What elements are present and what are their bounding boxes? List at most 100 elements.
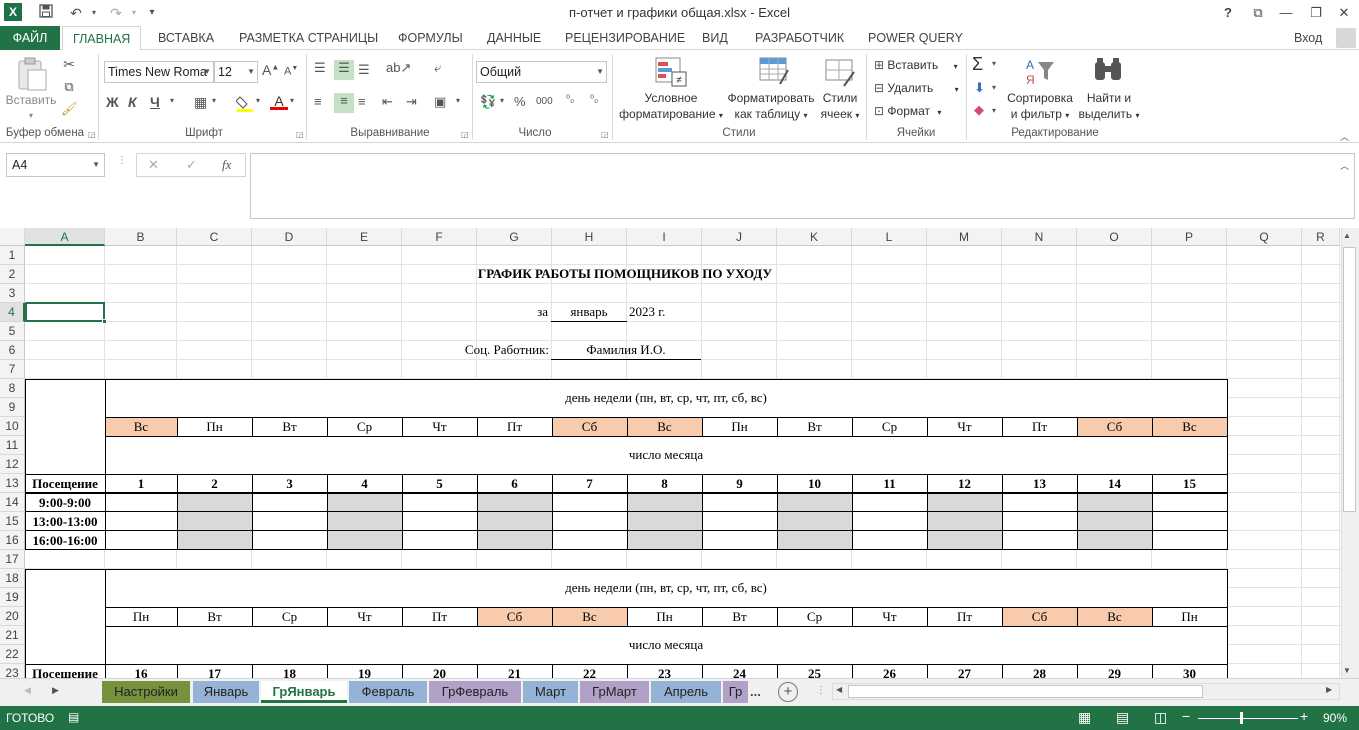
visit-cell[interactable] — [702, 512, 777, 531]
clear-dropdown-icon[interactable]: ▾ — [992, 106, 996, 115]
weekday-cell[interactable]: Ср — [327, 417, 402, 436]
tab-file[interactable]: ФАЙЛ — [0, 26, 60, 50]
italic-button[interactable]: К — [128, 94, 137, 110]
day-number-cell[interactable]: 1 — [105, 474, 177, 493]
tab-developer[interactable]: РАЗРАБОТЧИК — [745, 26, 854, 50]
sheet-tab[interactable]: ГрЯнварь — [261, 681, 347, 703]
weekday-cell[interactable]: Вс — [1152, 417, 1227, 436]
weekday-cell[interactable]: Чт — [852, 607, 927, 626]
column-header[interactable]: K — [777, 228, 852, 246]
row-header[interactable]: 15 — [0, 512, 25, 531]
zoom-in-icon[interactable]: + — [1300, 708, 1308, 724]
row-header[interactable]: 21 — [0, 626, 25, 645]
weekday-cell[interactable]: Пт — [1002, 417, 1077, 436]
borders-icon[interactable]: ▦ — [194, 94, 207, 111]
weekday-cell[interactable]: Ср — [852, 417, 927, 436]
collapse-ribbon-icon[interactable]: ︿ — [1340, 130, 1349, 143]
fill-color-dropdown-icon[interactable]: ▾ — [256, 96, 260, 105]
day-number-cell[interactable]: 27 — [927, 664, 1002, 679]
fill-dropdown-icon[interactable]: ▾ — [992, 83, 996, 92]
visit-cell[interactable] — [852, 493, 927, 512]
merge-center-icon[interactable]: ▣ — [434, 94, 446, 110]
visit-cell[interactable] — [552, 512, 627, 531]
visit-cell[interactable] — [552, 531, 627, 550]
visit-cell-shaded[interactable] — [477, 493, 552, 512]
sheet-tab[interactable]: Март — [523, 681, 578, 703]
page-break-view-icon[interactable]: ◫ — [1154, 709, 1167, 726]
decrease-decimal-icon[interactable]: ⁰₀ — [590, 94, 598, 105]
weekday-cell[interactable]: Пт — [402, 607, 477, 626]
visit-cell[interactable] — [1002, 493, 1077, 512]
sign-in-link[interactable]: Вход — [1294, 26, 1322, 50]
visit-cell-shaded[interactable] — [777, 531, 852, 550]
format-cells-button[interactable]: ⊡ Формат ▾ — [874, 103, 941, 121]
weekday-cell[interactable]: Вт — [777, 417, 852, 436]
scroll-left-icon[interactable]: ◀ — [836, 685, 842, 694]
day-number-cell[interactable]: 17 — [177, 664, 252, 679]
visit-cell[interactable] — [252, 493, 327, 512]
align-center-icon[interactable]: ≡ — [334, 93, 354, 113]
visit-cell-shaded[interactable] — [477, 531, 552, 550]
day-number-cell[interactable]: 15 — [1152, 474, 1227, 493]
weekday-cell[interactable]: Чт — [927, 417, 1002, 436]
row-header[interactable]: 18 — [0, 569, 25, 588]
day-number-cell[interactable]: 20 — [402, 664, 477, 679]
day-number-cell[interactable]: 19 — [327, 664, 402, 679]
day-number-cell[interactable]: 28 — [1002, 664, 1077, 679]
column-header[interactable]: O — [1077, 228, 1152, 246]
visit-cell-shaded[interactable] — [1077, 531, 1152, 550]
visit-cell[interactable] — [1152, 512, 1227, 531]
weekday-cell[interactable]: Пн — [177, 417, 252, 436]
row-header[interactable]: 7 — [0, 360, 25, 379]
visit-cell-shaded[interactable] — [477, 512, 552, 531]
column-header[interactable]: H — [552, 228, 627, 246]
align-top-icon[interactable]: ☰ — [314, 60, 326, 76]
visit-cell[interactable] — [105, 512, 177, 531]
scroll-down-icon[interactable]: ▼ — [1343, 666, 1351, 675]
zoom-level[interactable]: 90% — [1323, 711, 1347, 725]
zoom-slider[interactable] — [1198, 718, 1298, 719]
visit-cell[interactable] — [252, 531, 327, 550]
row-header[interactable]: 3 — [0, 284, 25, 303]
zoom-out-icon[interactable]: − — [1182, 708, 1190, 724]
weekday-cell[interactable]: Пт — [477, 417, 552, 436]
more-sheets-button[interactable]: ... — [750, 684, 761, 699]
font-color-dropdown-icon[interactable]: ▾ — [290, 96, 294, 105]
paste-icon[interactable] — [14, 56, 50, 94]
day-number-cell[interactable]: 9 — [702, 474, 777, 493]
paste-dropdown-icon[interactable]: ▾ — [22, 108, 40, 124]
currency-icon[interactable]: 💱 — [480, 94, 496, 110]
column-header[interactable]: J — [702, 228, 777, 246]
day-number-cell[interactable]: 3 — [252, 474, 327, 493]
day-number-cell[interactable]: 11 — [852, 474, 927, 493]
weekday-cell[interactable]: Вт — [252, 417, 327, 436]
worksheet-grid[interactable]: A B C D E F G H I J K L M N O P Q R 1 2 3 4 5 6 7 8 9 10 11 12 13 14 15 1… — [0, 228, 1341, 678]
sheet-tab[interactable]: Февраль — [349, 681, 427, 703]
row-header[interactable]: 22 — [0, 645, 25, 664]
weekday-cell[interactable]: Сб — [1077, 417, 1152, 436]
weekday-cell[interactable]: Сб — [552, 417, 627, 436]
column-header[interactable]: A — [25, 228, 105, 246]
visit-cell-shaded[interactable] — [1077, 512, 1152, 531]
autosum-dropdown-icon[interactable]: ▾ — [992, 59, 996, 68]
increase-decimal-icon[interactable]: ⁰₀ — [566, 94, 574, 105]
scroll-up-icon[interactable]: ▲ — [1343, 231, 1351, 240]
currency-dropdown-icon[interactable]: ▾ — [500, 96, 504, 105]
visit-cell-shaded[interactable] — [927, 531, 1002, 550]
row-header[interactable]: 20 — [0, 607, 25, 626]
sort-filter-button[interactable]: Сортировка и фильтр ▾ — [1002, 90, 1078, 124]
row-header[interactable]: 13 — [0, 474, 25, 493]
visit-cell[interactable] — [252, 512, 327, 531]
decrease-font-icon[interactable]: A▼ — [284, 65, 298, 78]
clear-icon[interactable]: ◆ — [974, 102, 984, 118]
sheet-tab[interactable]: Январь — [193, 681, 259, 703]
new-sheet-icon[interactable]: + — [778, 682, 798, 702]
copy-icon[interactable]: ⧉ — [61, 79, 77, 95]
column-header[interactable]: G — [477, 228, 552, 246]
column-header[interactable]: C — [177, 228, 252, 246]
cut-icon[interactable]: ✂ — [61, 56, 77, 73]
row-header[interactable]: 6 — [0, 341, 25, 360]
increase-indent-icon[interactable]: ⇥ — [406, 94, 417, 110]
visit-cell-shaded[interactable] — [177, 531, 252, 550]
visit-cell-shaded[interactable] — [177, 493, 252, 512]
